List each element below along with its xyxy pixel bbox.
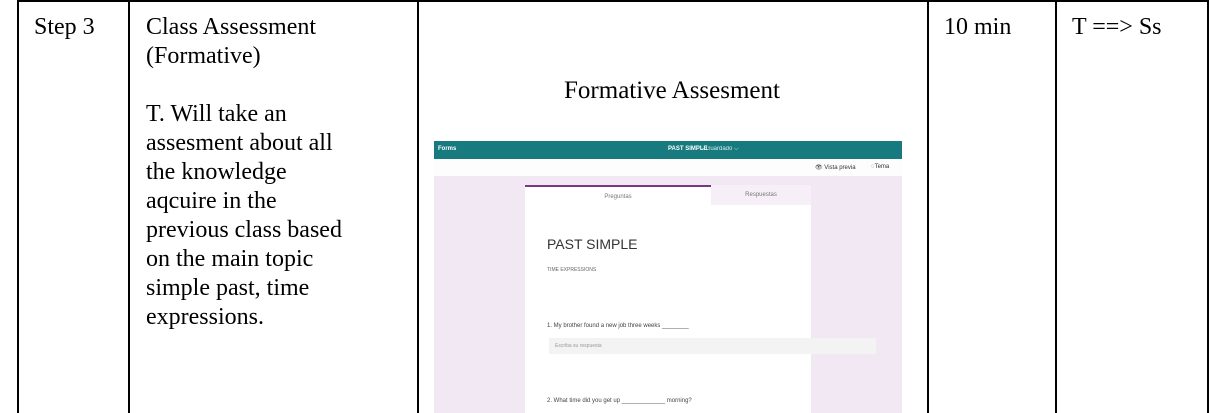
tab-respuestas: Respuestas — [711, 185, 811, 205]
table-divider-3 — [927, 0, 929, 413]
time-value: 10 min — [944, 14, 1012, 40]
activity-description-line: T. Will take an — [146, 101, 287, 127]
table-border-right — [1207, 0, 1209, 413]
activity-description-line: expressions. — [146, 304, 264, 330]
forms-screenshot: Forms PAST SIMPLE - Guardado ⌵ 👁 Vista p… — [434, 141, 902, 413]
answer-field: Escriba su respuesta — [549, 338, 876, 354]
activity-description-line: aqcuire in the — [146, 188, 277, 214]
forms-save-status: - Guardado ⌵ — [702, 146, 739, 152]
activity-heading: Class Assessment — [146, 14, 317, 40]
activity-description-line: the knowledge — [146, 159, 287, 185]
resource-caption: Formative Assesment — [564, 77, 780, 104]
table-divider-2 — [417, 0, 419, 413]
form-subtitle: TIME EXPRESSIONS — [547, 267, 597, 273]
question-1: 1. My brother found a new job three week… — [547, 323, 689, 329]
form-title: PAST SIMPLE — [547, 236, 638, 252]
activity-heading-type: (Formative) — [146, 43, 261, 69]
forms-header-bar: Forms PAST SIMPLE - Guardado ⌵ — [434, 141, 902, 159]
question-2: 2. What time did you get up ____________… — [547, 398, 692, 404]
interaction-pattern: T ==> Ss — [1072, 14, 1162, 40]
table-border-left — [17, 0, 19, 413]
eye-icon: 👁 — [815, 165, 823, 171]
tab-preguntas: Preguntas — [525, 185, 711, 207]
step-label: Step 3 — [34, 14, 95, 40]
forms-card: Preguntas Respuestas PAST SIMPLE TIME EX… — [525, 185, 876, 413]
forms-toolbar: 👁 Vista previa ◌Tema — [434, 159, 902, 176]
forms-brand: Forms — [438, 146, 457, 152]
table-top-border — [17, 0, 1209, 2]
activity-description-line: on the main topic — [146, 246, 314, 272]
table-divider-1 — [128, 0, 130, 413]
table-divider-4 — [1055, 0, 1057, 413]
activity-description-line: simple past, time — [146, 275, 310, 301]
activity-description-line: previous class based — [146, 217, 342, 243]
preview-button: 👁 Vista previa — [815, 165, 856, 171]
theme-button: ◌Tema — [871, 164, 890, 170]
activity-cell: Class Assessment (Formative) T. Will tak… — [146, 13, 408, 332]
activity-description-line: assesment about all — [146, 130, 333, 156]
